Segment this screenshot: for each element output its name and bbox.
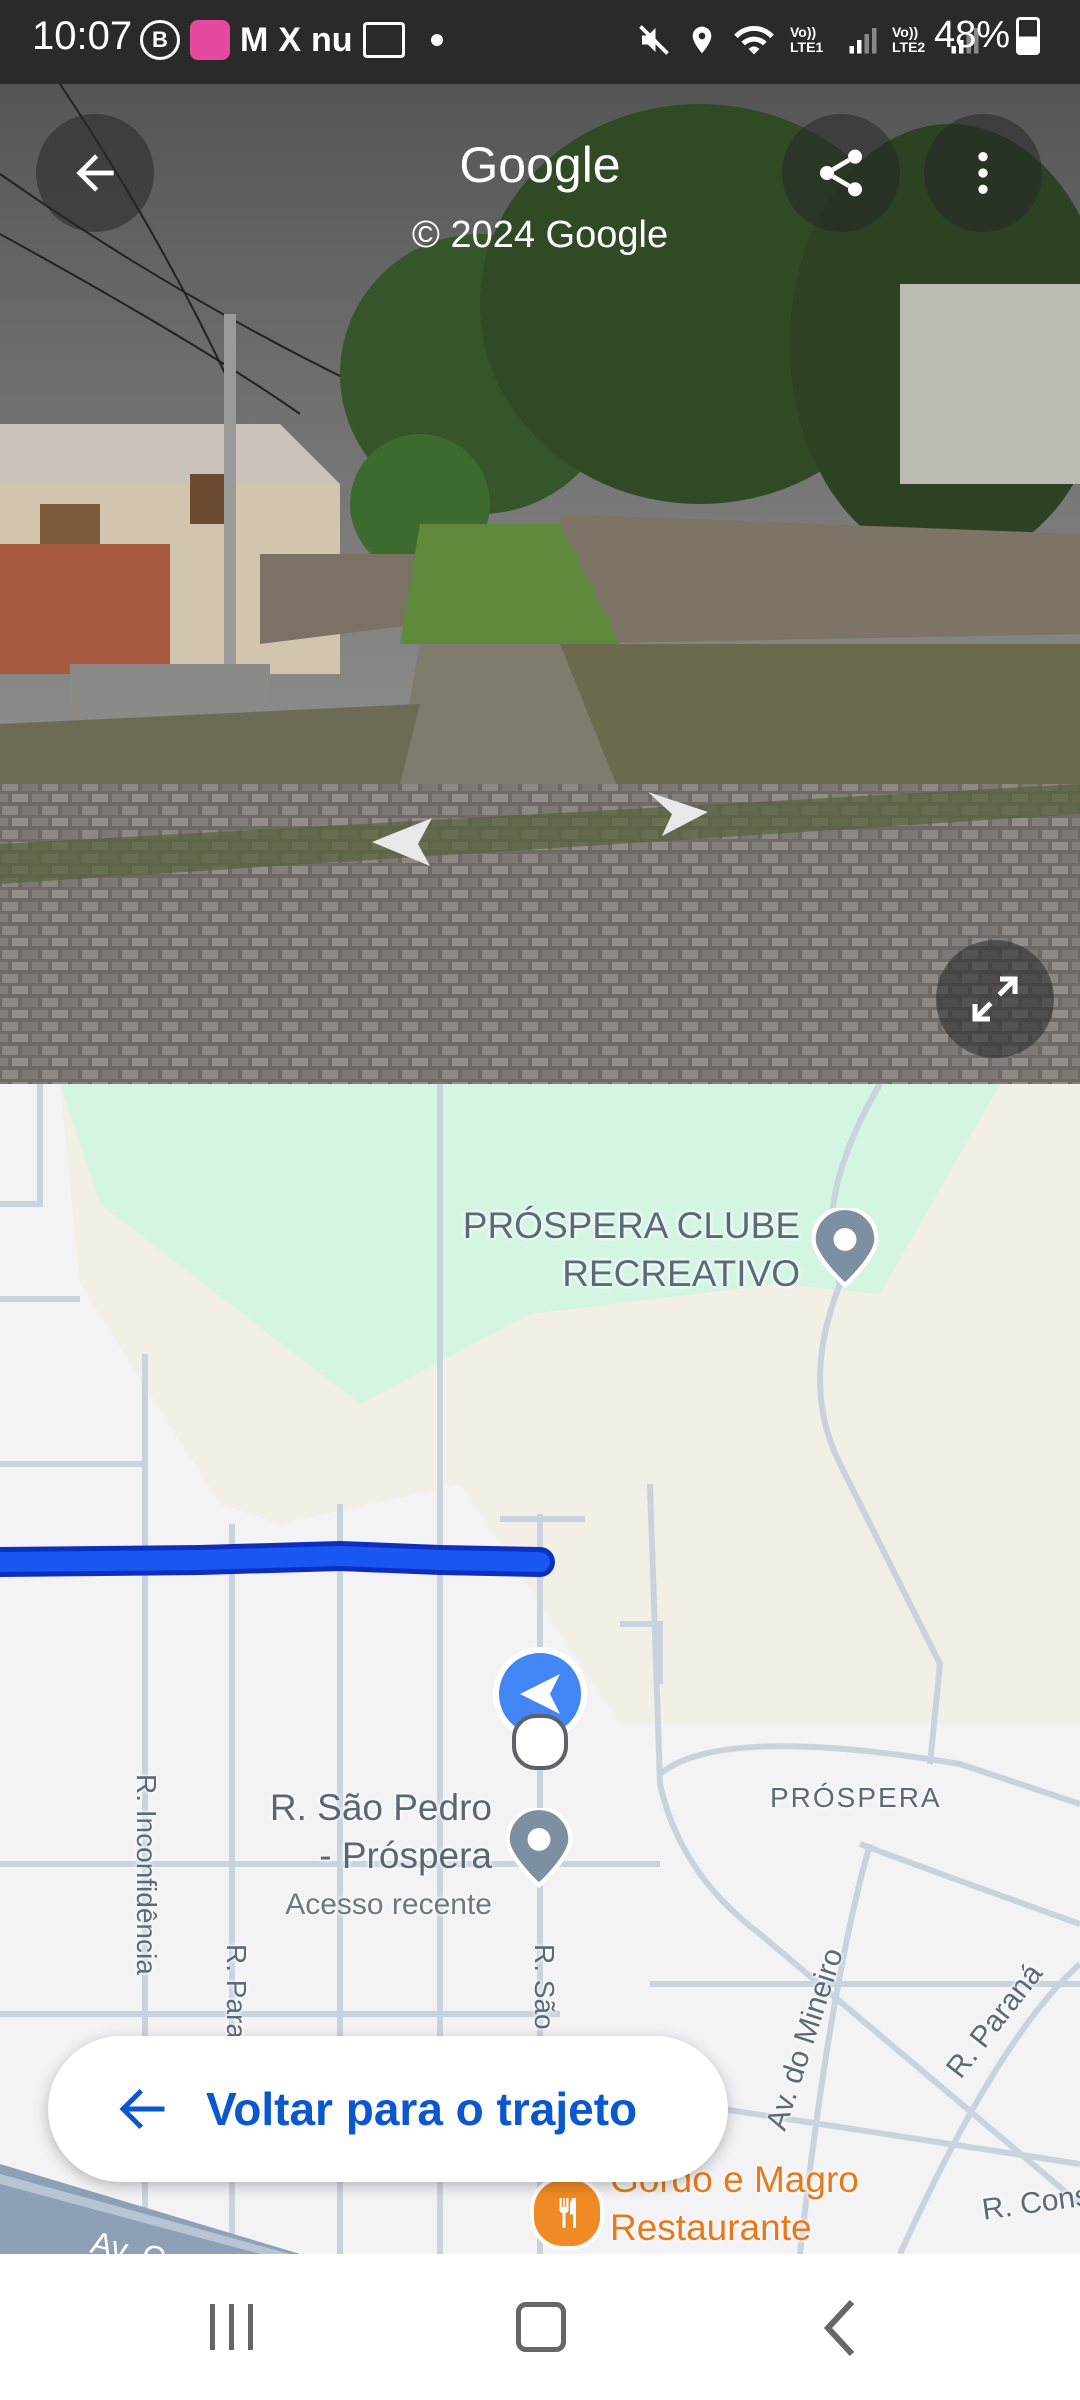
route-origin-dot <box>512 1714 568 1770</box>
return-to-route-button[interactable]: Voltar para o trajeto <box>48 2036 728 2182</box>
poi-club-label[interactable]: PRÓSPERA CLUBE RECREATIVO <box>440 1202 800 1298</box>
more-options-button[interactable] <box>924 114 1042 232</box>
battery-icon <box>1016 16 1040 55</box>
poi-club-line1: PRÓSPERA CLUBE <box>462 1205 800 1246</box>
sim1-label: Vo)) LTE1 <box>790 24 824 55</box>
saved-place-line2: - Próspera <box>319 1835 492 1876</box>
nu-icon: nu <box>311 20 353 59</box>
saved-place-pin-icon[interactable] <box>504 1808 574 1888</box>
saved-place-label[interactable]: R. São Pedro - Próspera <box>230 1784 492 1880</box>
app-pink-icon <box>190 20 230 60</box>
wifi-icon <box>734 25 774 55</box>
share-button[interactable] <box>782 114 900 232</box>
street-view-title: Google <box>459 137 621 193</box>
home-button[interactable] <box>516 2302 566 2352</box>
status-bar: 10:07 B M X nu Vo)) LTE1 Vo)) LTE2 48% <box>0 0 1080 84</box>
b-icon: B <box>140 20 180 60</box>
sim2-label: Vo)) LTE2 <box>892 24 926 55</box>
copyright-text: © 2024 Google <box>411 214 669 256</box>
gmail-icon: M <box>240 20 269 59</box>
notification-icons: B M X nu <box>140 18 443 62</box>
neighborhood-label: PRÓSPERA <box>770 1782 942 1813</box>
x-icon: X <box>278 20 302 59</box>
mute-icon <box>639 25 669 55</box>
battery: 48% <box>934 14 1040 57</box>
recents-icon <box>210 2304 253 2350</box>
return-to-route-label: Voltar para o trajeto <box>206 2083 638 2135</box>
recent-apps-button[interactable] <box>210 2304 270 2350</box>
location-icon <box>692 26 712 54</box>
dot-icon <box>430 34 443 46</box>
poi-club-pin-icon[interactable] <box>810 1208 880 1288</box>
arrow-left-icon <box>119 2089 165 2129</box>
street-label-inconfidencia: R. Inconfidência <box>131 1774 162 1975</box>
saved-place-line1: R. São Pedro <box>269 1787 492 1828</box>
street-label-para: R. Para <box>221 1944 252 2039</box>
street-view-panorama[interactable]: Google © 2024 Google <box>0 84 1080 1084</box>
battery-level: 48% <box>933 14 1010 56</box>
poi-club-line2: RECREATIVO <box>562 1253 800 1294</box>
share-icon <box>820 149 862 197</box>
saved-place-subtitle: Acesso recente <box>285 1888 492 1921</box>
system-navigation-bar <box>0 2254 1080 2400</box>
system-icons: Vo)) LTE1 Vo)) LTE2 <box>636 18 980 62</box>
street-label-sao: R. São <box>529 1944 560 2030</box>
restaurant-pin[interactable] <box>530 2176 604 2250</box>
fork-knife-icon <box>559 2198 576 2228</box>
signal1-icon <box>849 28 877 54</box>
expand-icon <box>972 976 1018 1022</box>
back-nav-button[interactable] <box>820 2298 860 2358</box>
more-vert-icon <box>978 152 988 194</box>
photo-icon <box>362 22 405 58</box>
expand-button[interactable] <box>936 940 1054 1058</box>
clock: 10:07 <box>32 14 133 58</box>
restaurant-line2: Restaurante <box>610 2207 812 2248</box>
